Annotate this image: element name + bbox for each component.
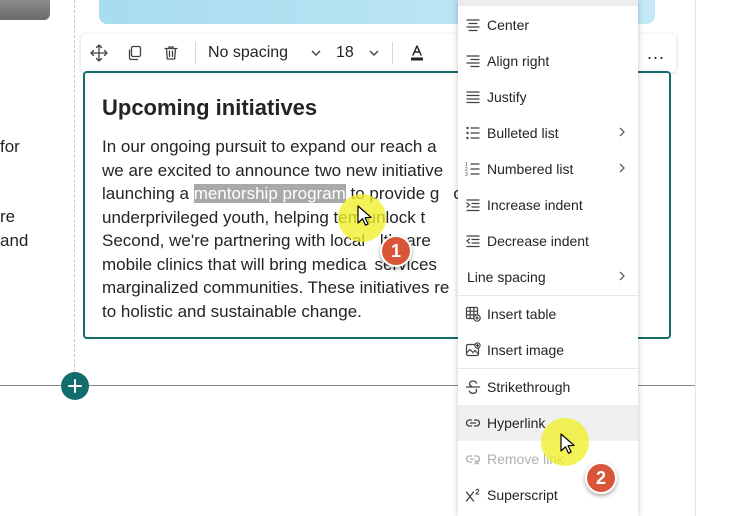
numbered-list-icon: 123 <box>465 161 481 177</box>
chevron-down-icon <box>311 50 321 56</box>
menu-item-justify[interactable]: Justify <box>458 79 638 115</box>
menu-item-label: Superscript <box>487 487 558 503</box>
more-options-button[interactable]: ... <box>644 43 668 63</box>
step-badge: 1 <box>380 235 412 267</box>
text-run: underprivileged youth, helping t <box>102 207 339 227</box>
chevron-down-icon <box>369 50 379 56</box>
left-text-snippet: and <box>0 231 29 250</box>
insert-image-icon <box>465 342 481 358</box>
duplicate-button[interactable] <box>117 34 153 72</box>
menu-item-label: Hyperlink <box>487 415 546 431</box>
plus-icon <box>68 379 82 393</box>
text-run: we are excited to announce two new initi… <box>102 160 444 180</box>
left-text-snippet: for <box>0 137 20 156</box>
selected-text[interactable]: mentorship program <box>193 184 346 203</box>
chevron-right-icon <box>619 127 625 137</box>
menu-item-decrease-indent[interactable]: Decrease indent <box>458 223 638 259</box>
text-run: marginalized communities. These initiati… <box>102 278 450 297</box>
menu-top-edge <box>458 0 638 6</box>
section-dashed-divider <box>74 0 75 372</box>
menu-item-line-spacing[interactable]: Line spacing <box>458 259 638 295</box>
increase-indent-icon <box>465 197 481 213</box>
menu-item-insert-table[interactable]: Insert table <box>458 296 638 332</box>
menu-item-label: Justify <box>487 89 527 105</box>
text-run: In our ongoing pursuit to expand our rea… <box>102 137 437 156</box>
trash-icon <box>164 46 178 60</box>
chevron-right-icon <box>619 271 625 281</box>
hyperlink-icon <box>465 415 481 431</box>
text-run: launching a <box>102 184 194 203</box>
text-run: to holistic and sustainable change. <box>102 301 362 321</box>
menu-item-insert-image[interactable]: Insert image <box>458 332 638 368</box>
menu-item-label: Bulleted list <box>487 125 559 141</box>
font-color-icon <box>411 45 423 61</box>
menu-item-label: Decrease indent <box>487 233 589 249</box>
toolbar-separator <box>195 42 196 64</box>
bulleted-list-icon <box>465 125 481 141</box>
menu-item-label: Center <box>487 17 530 33</box>
copy-icon <box>128 45 142 61</box>
remove-link-icon <box>465 451 481 467</box>
align-center-icon <box>465 17 481 33</box>
font-size-value: 18 <box>336 44 354 61</box>
menu-item-bulleted-list[interactable]: Bulleted list <box>458 115 638 151</box>
menu-item-center[interactable]: Center <box>458 7 638 43</box>
paragraph-style-value: No spacing <box>208 44 289 61</box>
superscript-icon <box>465 487 481 503</box>
move-button[interactable] <box>81 34 117 72</box>
menu-item-numbered-list[interactable]: 123 Numbered list <box>458 151 638 187</box>
menu-item-align-right[interactable]: Align right <box>458 43 638 79</box>
canvas-right-border <box>695 0 696 516</box>
move-icon <box>90 44 108 62</box>
section-heading: Upcoming initiatives <box>102 95 318 120</box>
menu-item-label: Strikethrough <box>487 379 571 395</box>
menu-item-label: Insert table <box>487 306 557 322</box>
svg-text:3: 3 <box>465 172 468 177</box>
menu-item-label: Insert image <box>487 342 565 358</box>
left-thumbnail <box>0 0 50 20</box>
mouse-pointer-icon <box>560 433 575 454</box>
add-section-button[interactable] <box>61 372 89 400</box>
paragraph-style-dropdown[interactable]: No spacing <box>202 34 326 72</box>
menu-item-strikethrough[interactable]: Strikethrough <box>458 369 638 405</box>
menu-item-label: Increase indent <box>487 197 583 213</box>
left-text-snippet: re <box>0 207 16 226</box>
decrease-indent-icon <box>465 233 481 249</box>
step-badge: 2 <box>585 462 617 494</box>
justify-icon <box>465 89 481 105</box>
align-right-icon <box>465 53 481 69</box>
menu-item-label: Line spacing <box>467 269 546 285</box>
font-size-dropdown[interactable]: 18 <box>326 34 386 72</box>
text-run: mobile clinics that will bring medica <box>102 254 367 274</box>
menu-item-increase-indent[interactable]: Increase indent <box>458 187 638 223</box>
menu-item-label: Numbered list <box>487 161 574 177</box>
toolbar-separator <box>392 42 393 64</box>
insert-table-icon <box>465 306 481 322</box>
menu-item-label: Align right <box>487 53 550 69</box>
mouse-pointer-icon <box>357 205 372 226</box>
strikethrough-icon <box>465 379 481 395</box>
delete-button[interactable] <box>153 34 189 72</box>
chevron-right-icon <box>619 163 625 173</box>
font-color-button[interactable] <box>399 34 435 72</box>
text-run: Second, we're partnering with local <box>102 231 370 250</box>
